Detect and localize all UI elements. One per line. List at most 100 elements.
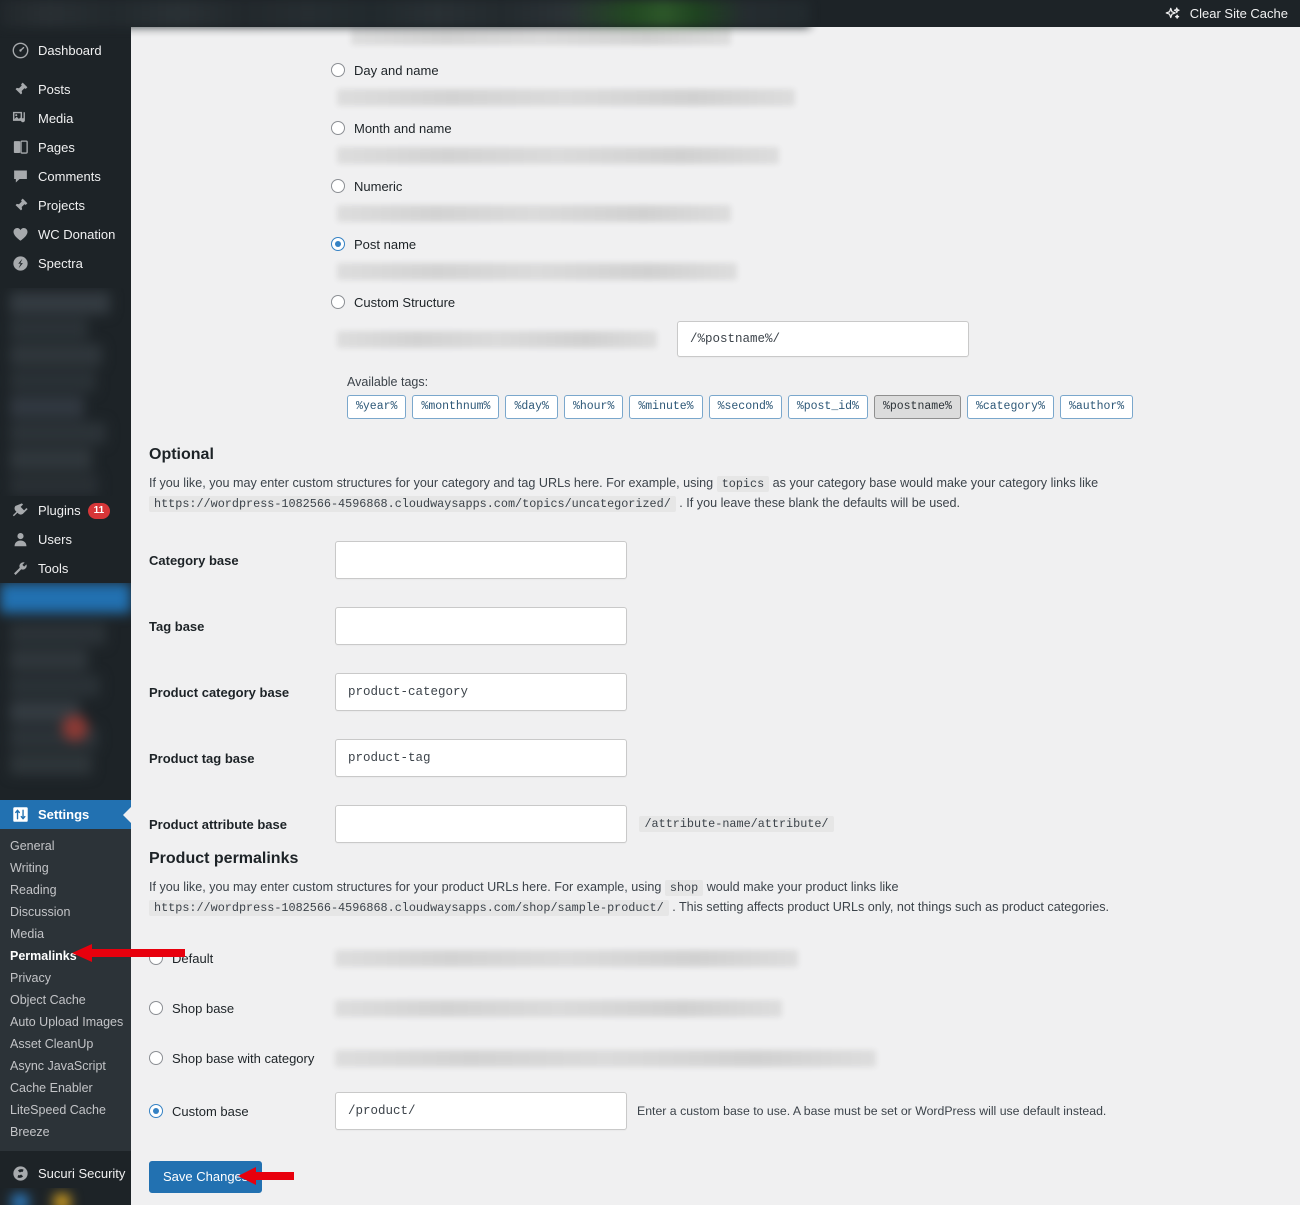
sidebar-divider xyxy=(0,65,131,75)
tag-button-monthnum[interactable]: %monthnum% xyxy=(412,395,500,419)
available-tags-label: Available tags: xyxy=(347,375,429,389)
sidebar-item-wc-donation[interactable]: WC Donation xyxy=(0,220,131,249)
table-row: Product tag base product-tag xyxy=(149,725,1289,791)
pages-icon xyxy=(10,138,30,158)
product-custom-base-input[interactable]: /product/ xyxy=(335,1092,627,1131)
example-url-preview-blurred xyxy=(337,263,737,280)
tag-button-post-id[interactable]: %post_id% xyxy=(787,395,868,419)
sidebar-item-pages[interactable]: Pages xyxy=(0,133,131,162)
optional-desc-part3: . If you leave these blank the defaults … xyxy=(679,495,961,510)
sidebar-item-posts[interactable]: Posts xyxy=(0,75,131,104)
submenu-item-auto-upload-images[interactable]: Auto Upload Images xyxy=(0,1011,131,1033)
submenu-item-discussion[interactable]: Discussion xyxy=(0,901,131,923)
sidebar-item-media[interactable]: Media xyxy=(0,104,131,133)
radio-post-name[interactable] xyxy=(331,237,345,251)
field-label-product-category-base: Product category base xyxy=(149,684,290,700)
sidebar-item-sucuri-security[interactable]: Sucuri Security xyxy=(0,1159,131,1188)
clear-site-cache-label[interactable]: Clear Site Cache xyxy=(1190,6,1288,21)
permalink-option-numeric-row: Numeric xyxy=(331,176,1231,222)
radio-day-and-name[interactable] xyxy=(331,63,345,77)
field-cell-tag-base xyxy=(335,593,1289,659)
sidebar-blurred-group-3 xyxy=(0,1188,131,1205)
submenu-item-cache-enabler[interactable]: Cache Enabler xyxy=(0,1077,131,1099)
submenu-item-litespeed-cache[interactable]: LiteSpeed Cache xyxy=(0,1099,131,1121)
submenu-item-asset-cleanup[interactable]: Asset CleanUp xyxy=(0,1033,131,1055)
radio-numeric[interactable] xyxy=(331,179,345,193)
tag-button-author[interactable]: %author% xyxy=(1059,395,1134,419)
main-content: Day and name Month and name Numeric Post… xyxy=(131,27,1300,1205)
radio-product-default[interactable] xyxy=(149,951,163,966)
radio-custom-structure[interactable] xyxy=(331,295,345,309)
product-option-default[interactable]: Default xyxy=(149,951,335,966)
save-changes-button[interactable]: Save Changes xyxy=(149,1161,263,1194)
blurred-content xyxy=(0,292,131,496)
sidebar-item-plugins[interactable]: Plugins 11 xyxy=(0,496,131,525)
screen-root: Clear Site Cache Dashboard Posts Media P… xyxy=(0,0,1300,1205)
admin-bar-right-group[interactable]: Clear Site Cache xyxy=(1164,0,1288,27)
tag-button-second[interactable]: %second% xyxy=(708,395,782,419)
field-cell-product-tag-base: product-tag xyxy=(335,725,1289,791)
submenu-item-breeze[interactable]: Breeze xyxy=(0,1121,131,1143)
optional-desc-part1: If you like, you may enter custom struct… xyxy=(149,476,714,490)
permalink-option-post-name-row: Post name xyxy=(331,234,1231,280)
permalink-option-day-and-name[interactable]: Day and name xyxy=(331,60,1231,80)
submenu-item-object-cache[interactable]: Object Cache xyxy=(0,989,131,1011)
product-shop-base-category-preview-wrap xyxy=(335,1049,1300,1067)
optional-heading: Optional xyxy=(149,446,214,463)
submenu-item-general[interactable]: General xyxy=(0,835,131,857)
radio-product-shop-base-with-category[interactable] xyxy=(149,1051,163,1066)
radio-product-shop-base[interactable] xyxy=(149,1001,163,1016)
tag-base-input[interactable] xyxy=(335,607,627,646)
permalink-option-label: Numeric xyxy=(354,178,403,194)
product-option-shop-base-with-category[interactable]: Shop base with category xyxy=(149,1051,335,1066)
example-url-preview-blurred xyxy=(335,949,798,967)
submenu-item-reading[interactable]: Reading xyxy=(0,879,131,901)
wrench-icon xyxy=(10,559,30,579)
sidebar-item-dashboard[interactable]: Dashboard xyxy=(0,36,131,65)
sidebar-item-comments[interactable]: Comments xyxy=(0,162,131,191)
sidebar-item-label: WC Donation xyxy=(38,227,116,242)
submenu-item-privacy[interactable]: Privacy xyxy=(0,967,131,989)
submenu-item-permalinks[interactable]: Permalinks xyxy=(0,945,131,967)
radio-month-and-name[interactable] xyxy=(331,121,345,135)
tag-button-postname[interactable]: %postname% xyxy=(873,395,961,419)
product-category-base-input[interactable]: product-category xyxy=(335,673,627,712)
product-option-shop-base[interactable]: Shop base xyxy=(149,1001,335,1016)
dashboard-icon xyxy=(10,41,30,61)
sidebar-item-spectra[interactable]: Spectra xyxy=(0,249,131,278)
table-row: Category base xyxy=(149,527,1289,593)
submenu-item-writing[interactable]: Writing xyxy=(0,857,131,879)
user-icon xyxy=(10,530,30,550)
category-base-input[interactable] xyxy=(335,541,627,580)
submenu-item-async-javascript[interactable]: Async JavaScript xyxy=(0,1055,131,1077)
tag-button-hour[interactable]: %hour% xyxy=(563,395,624,419)
tag-button-category[interactable]: %category% xyxy=(966,395,1054,419)
blurred-content xyxy=(0,583,131,775)
optional-code-topics: topics xyxy=(716,476,770,492)
tag-button-year[interactable]: %year% xyxy=(347,395,407,419)
custom-structure-input[interactable]: /%postname%/ xyxy=(677,321,969,357)
product-attribute-base-input[interactable] xyxy=(335,805,627,844)
sidebar-item-users[interactable]: Users xyxy=(0,525,131,554)
product-option-label: Shop base with category xyxy=(172,1050,315,1066)
product-option-custom-base[interactable]: Custom base xyxy=(149,1104,335,1119)
blurred-content xyxy=(0,1188,131,1205)
sidebar-item-projects[interactable]: Projects xyxy=(0,191,131,220)
field-label-tag-base: Tag base xyxy=(149,618,205,634)
permalink-option-post-name[interactable]: Post name xyxy=(331,234,1231,254)
sidebar-item-tools[interactable]: Tools xyxy=(0,554,131,583)
permalink-option-day-and-name-row: Day and name xyxy=(331,60,1231,106)
plugins-update-badge: 11 xyxy=(87,502,111,519)
permalink-option-custom-structure[interactable]: Custom Structure xyxy=(331,292,1231,312)
submenu-item-media[interactable]: Media xyxy=(0,923,131,945)
tag-button-minute[interactable]: %minute% xyxy=(629,395,703,419)
product-option-shop-base-with-category-row: Shop base with category xyxy=(149,1033,1300,1083)
sidebar-item-settings[interactable]: Settings xyxy=(0,800,131,829)
settings-icon xyxy=(10,805,30,825)
permalink-option-numeric[interactable]: Numeric xyxy=(331,176,1231,196)
table-row: Tag base xyxy=(149,593,1289,659)
product-tag-base-input[interactable]: product-tag xyxy=(335,739,627,778)
radio-product-custom-base[interactable] xyxy=(149,1104,163,1119)
permalink-option-month-and-name[interactable]: Month and name xyxy=(331,118,1231,138)
tag-button-day[interactable]: %day% xyxy=(505,395,558,419)
